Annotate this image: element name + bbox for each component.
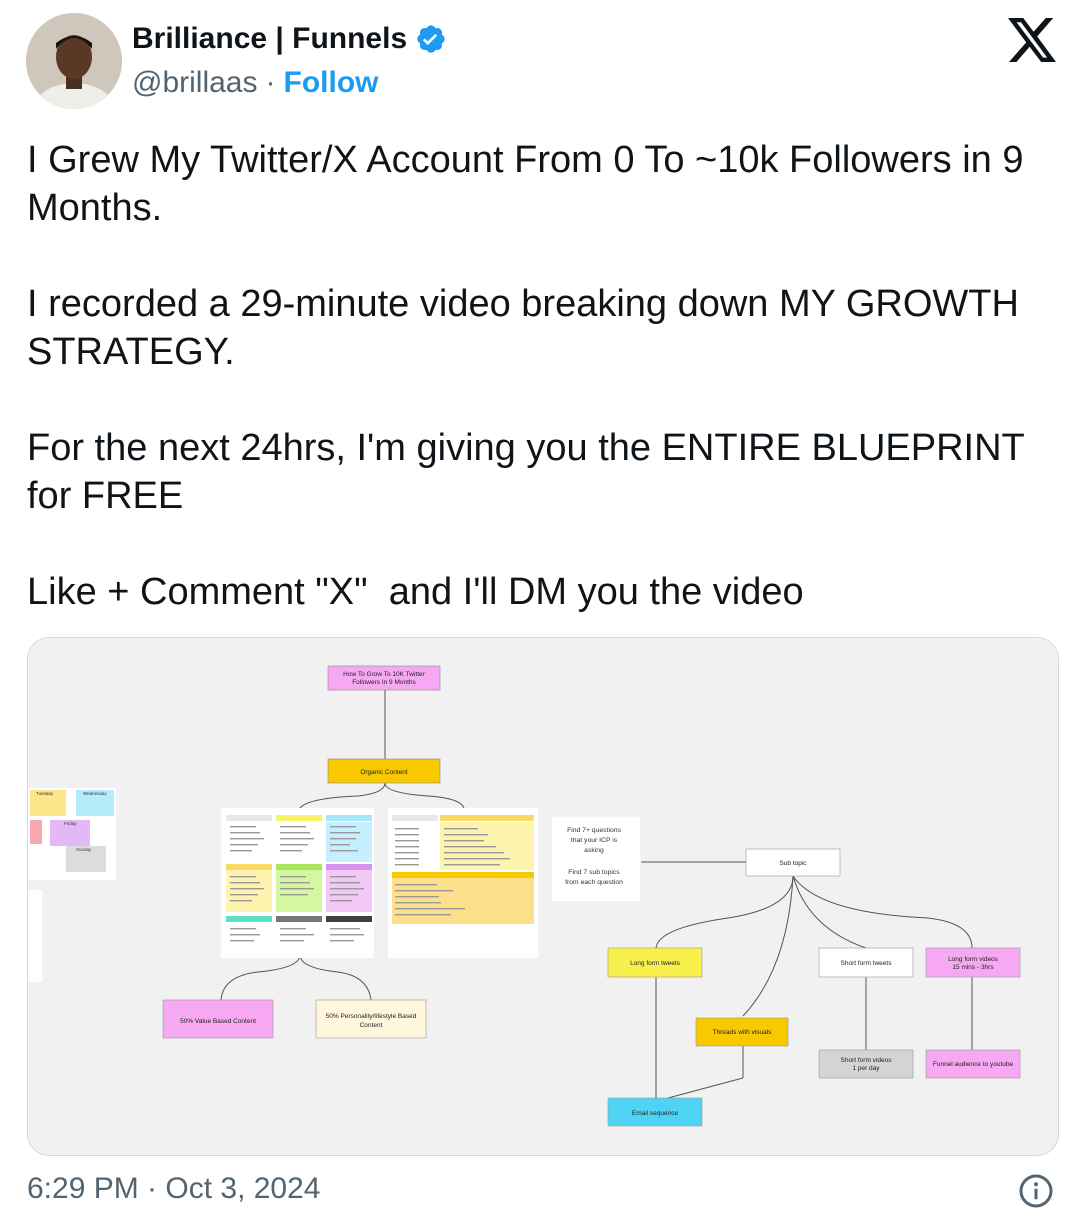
organic-content-label: Organic Content — [360, 769, 408, 776]
personality-line1: 50% Personality/lifestyle Based — [326, 1013, 417, 1020]
tweet-media-image[interactable]: Tuesday Wednesday Friday Sunday How To G… — [27, 637, 1059, 1156]
funnel-youtube-label: Funnel audience to youtube — [933, 1061, 1014, 1068]
questions-note-card: Find 7+ questions that your ICP is askin… — [550, 815, 642, 903]
left-day-label: Friday — [64, 821, 77, 826]
long-form-videos-line2: 15 mins - 3hrs — [952, 964, 994, 971]
root-node-line2: Followers In 9 Months — [352, 679, 416, 686]
root-node — [327, 665, 441, 691]
tweet-text: I Grew My Twitter/X Account From 0 To ~1… — [27, 139, 1025, 613]
subtopic-label: Sub topic — [779, 860, 807, 867]
note-line: Find 7+ questions — [567, 827, 621, 834]
x-logo-icon[interactable] — [1008, 18, 1056, 62]
note-line: Find 7 sub topics — [568, 869, 620, 876]
weekly-schedule-panel — [221, 808, 374, 958]
topics-panel — [388, 808, 538, 958]
short-form-videos-line2: 1 per day — [852, 1065, 880, 1072]
author-name[interactable]: Brilliance | Funnels — [132, 22, 407, 56]
threads-label: Threads with visuals — [713, 1029, 773, 1036]
left-day-label: Sunday — [76, 847, 92, 852]
handle-separator: · — [265, 66, 276, 99]
long-form-tweets-label: Long form tweets — [630, 960, 681, 967]
author-name-row: Brilliance | Funnels — [132, 22, 447, 56]
email-sequence-label: Email sequence — [632, 1110, 679, 1117]
short-form-videos-node — [818, 1049, 914, 1079]
long-form-videos-line1: Long form videos — [948, 956, 999, 963]
root-node-line1: How To Grow To 10K Twitter — [343, 671, 425, 678]
value-based-label: 50% Value Based Content — [180, 1018, 256, 1025]
left-day-label: Wednesday — [83, 791, 107, 796]
left-day-label: Tuesday — [36, 791, 54, 796]
verified-badge-icon — [417, 25, 445, 53]
author-handle[interactable]: @brillaas — [132, 66, 258, 100]
author-avatar[interactable] — [26, 13, 122, 109]
note-line: from each question — [565, 879, 623, 886]
tweet-timestamp[interactable]: 6:29 PM · Oct 3, 2024 — [27, 1172, 320, 1206]
short-form-videos-line1: Short form videos — [841, 1057, 893, 1064]
personality-line2: Content — [360, 1022, 383, 1029]
follow-button[interactable]: Follow — [284, 66, 379, 100]
short-form-tweets-label: Short form tweets — [841, 960, 893, 967]
note-line: asking — [584, 847, 604, 854]
note-line: that your ICP is — [571, 837, 618, 844]
author-handle-row: @brillaas · Follow — [132, 66, 378, 100]
info-icon[interactable] — [1018, 1173, 1054, 1209]
